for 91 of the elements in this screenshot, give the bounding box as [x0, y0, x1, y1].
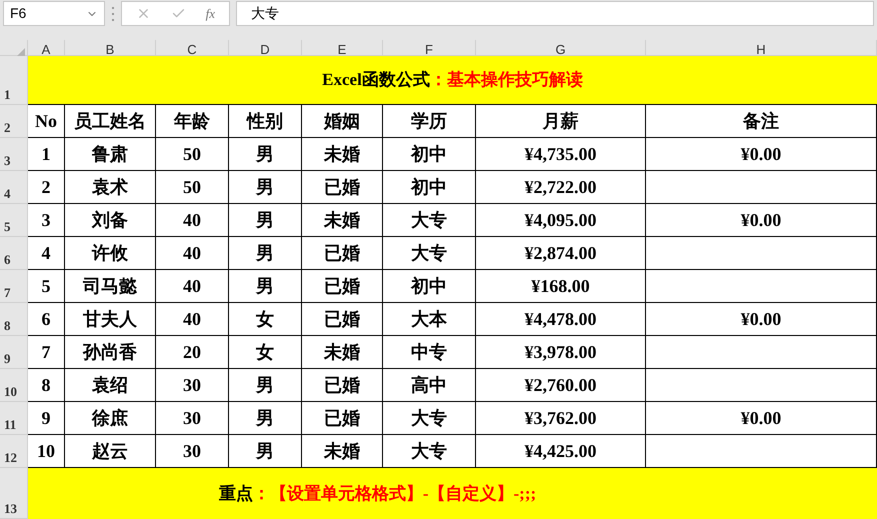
insert-function-button[interactable]: fx	[206, 4, 216, 24]
table-cell: 20	[156, 336, 229, 369]
row-number[interactable]: 3	[4, 150, 10, 170]
table-cell: 1	[28, 138, 65, 171]
row-number[interactable]: 1	[4, 84, 10, 104]
table-cell: 40	[156, 204, 229, 237]
table-cell: 2	[28, 171, 65, 204]
table-cell: 50	[156, 171, 229, 204]
table-cell: ¥168.00	[476, 270, 646, 303]
header-cell: 性别	[229, 105, 302, 138]
header-cell: 学历	[383, 105, 476, 138]
table-cell: ¥0.00	[646, 204, 877, 237]
name-box[interactable]: F6	[3, 1, 105, 26]
table-cell: 许攸	[65, 237, 156, 270]
table-cell: 未婚	[302, 204, 383, 237]
table-cell: 男	[229, 369, 302, 402]
table-cell: 大专	[383, 237, 476, 270]
table-cell: 袁绍	[65, 369, 156, 402]
table-cell: 4	[28, 237, 65, 270]
table-cell: 8	[28, 369, 65, 402]
table-cell: 高中	[383, 369, 476, 402]
table-cell: 男	[229, 237, 302, 270]
table-cell: 9	[28, 402, 65, 435]
header-cell: 备注	[646, 105, 877, 138]
row-number[interactable]: 6	[4, 250, 10, 269]
formula-bar[interactable]: 大专	[236, 1, 874, 26]
more-icon	[111, 7, 115, 21]
table-cell: 已婚	[302, 402, 383, 435]
header-cell: No	[28, 105, 65, 138]
table-cell: 6	[28, 303, 65, 336]
table-cell: ¥2,722.00	[476, 171, 646, 204]
table-cell: 40	[156, 270, 229, 303]
header-cell: 婚姻	[302, 105, 383, 138]
title-cell: Excel函数公式：基本操作技巧解读	[28, 56, 877, 105]
table-cell: 已婚	[302, 171, 383, 204]
table-cell: 5	[28, 270, 65, 303]
table-cell: 未婚	[302, 336, 383, 369]
table-cell: 女	[229, 336, 302, 369]
table-cell: 男	[229, 171, 302, 204]
table-cell: ¥4,478.00	[476, 303, 646, 336]
table-cell: 司马懿	[65, 270, 156, 303]
table-cell: 大专	[383, 402, 476, 435]
table-cell: ¥3,978.00	[476, 336, 646, 369]
table-cell: ¥4,735.00	[476, 138, 646, 171]
table-cell: 已婚	[302, 237, 383, 270]
table-cell: ¥0.00	[646, 138, 877, 171]
table-cell: 30	[156, 369, 229, 402]
table-cell: 大专	[383, 204, 476, 237]
table-cell: 大本	[383, 303, 476, 336]
table-cell: 鲁肃	[65, 138, 156, 171]
table-cell: ¥2,760.00	[476, 369, 646, 402]
table-cell: 男	[229, 138, 302, 171]
header-cell: 员工姓名	[65, 105, 156, 138]
table-cell: 男	[229, 270, 302, 303]
table-cell: 刘备	[65, 204, 156, 237]
table-cell: 初中	[383, 171, 476, 204]
table-cell: ¥4,095.00	[476, 204, 646, 237]
table-cell: 男	[229, 204, 302, 237]
table-cell: 袁术	[65, 171, 156, 204]
row-number[interactable]: 4	[4, 184, 10, 203]
table-cell: ¥0.00	[646, 303, 877, 336]
table-cell: 甘夫人	[65, 303, 156, 336]
table-cell: 初中	[383, 270, 476, 303]
table-cell: 40	[156, 237, 229, 270]
table-cell: 3	[28, 204, 65, 237]
header-cell: 年龄	[156, 105, 229, 138]
row-number[interactable]: 13	[4, 498, 17, 518]
table-cell: 7	[28, 336, 65, 369]
table-cell: 已婚	[302, 369, 383, 402]
row-number[interactable]: 9	[4, 348, 10, 368]
table-cell: 已婚	[302, 303, 383, 336]
table-cell: 已婚	[302, 270, 383, 303]
table-cell: ¥3,762.00	[476, 402, 646, 435]
row-number[interactable]: 7	[4, 282, 10, 302]
table-cell: 中专	[383, 336, 476, 369]
table-cell: 30	[156, 402, 229, 435]
header-cell: 月薪	[476, 105, 646, 138]
row-number[interactable]: 2	[4, 118, 10, 137]
table-cell: 未婚	[302, 138, 383, 171]
table-cell: ¥0.00	[646, 402, 877, 435]
row-number[interactable]: 8	[4, 316, 10, 335]
table-cell: 徐庶	[65, 402, 156, 435]
table-cell: 男	[229, 402, 302, 435]
table-cell: 初中	[383, 138, 476, 171]
table-cell: 女	[229, 303, 302, 336]
row-number[interactable]: 5	[4, 216, 10, 236]
table-cell: 40	[156, 303, 229, 336]
footer-cell: 重点：【设置单元格格式】-【自定义】-;;;	[28, 468, 877, 519]
table-cell: ¥2,874.00	[476, 237, 646, 270]
table-cell: 50	[156, 138, 229, 171]
table-cell: 孙尚香	[65, 336, 156, 369]
